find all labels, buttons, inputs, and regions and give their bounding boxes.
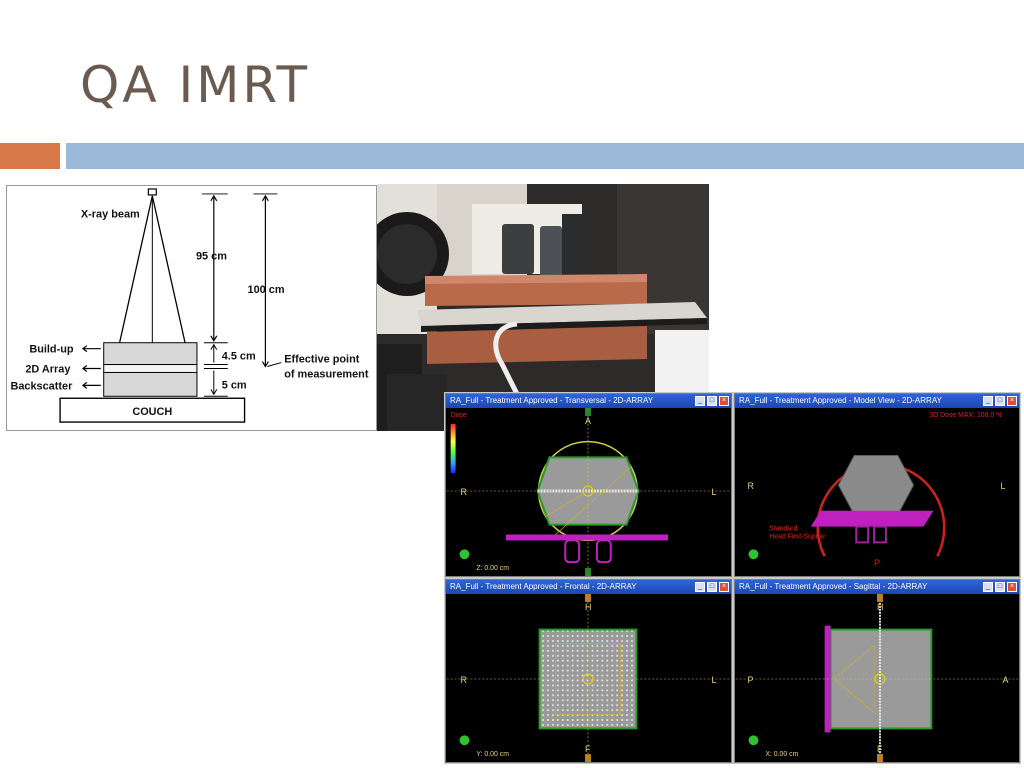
patient-orientation-icon [748, 735, 759, 746]
orientation-p: P [748, 675, 754, 685]
transversal-title: RA_Full - Treatment Approved - Transvers… [446, 394, 731, 408]
sagittal-title: RA_Full - Treatment Approved - Sagittal … [735, 580, 1019, 594]
dose-colorbar [450, 423, 456, 474]
orientation-h: H [585, 602, 591, 612]
orientation-r: R [748, 481, 754, 491]
setup-diagram: X-ray beam COUCH Build-up 2D Array Backs… [6, 185, 377, 431]
dose-max-label: 3D Dose MAX: 108.0 % [929, 412, 1002, 419]
sagittal-view[interactable]: RA_Full - Treatment Approved - Sagittal … [734, 579, 1020, 763]
effective-point-label: Effective point [284, 354, 360, 366]
slide-title: QA IMRT [80, 56, 310, 114]
maximize-icon[interactable]: □ [995, 396, 1005, 406]
dist-100-label: 100 cm [248, 284, 285, 296]
orientation-l: L [712, 487, 717, 497]
backscatter-label: Backscatter [10, 380, 73, 392]
minimize-icon[interactable]: _ [983, 582, 993, 592]
measurement-label: of measurement [284, 368, 369, 380]
y-readout: Y: 0.00 cm [476, 751, 509, 758]
dist-5-label: 5 cm [222, 379, 247, 391]
frontal-view[interactable]: RA_Full - Treatment Approved - Frontal -… [445, 579, 732, 763]
minimize-icon[interactable]: _ [695, 396, 705, 406]
accent-bar-orange [0, 143, 60, 169]
patient-orientation-icon [459, 735, 470, 746]
orientation-p: P [874, 558, 880, 568]
orientation-f: F [877, 744, 883, 754]
model-canvas: 3D Dose MAX: 108.0 % R L P Standard Head… [748, 412, 1006, 568]
orientation-r: R [461, 675, 467, 685]
minimize-icon[interactable]: _ [983, 396, 993, 406]
backscatter-layer [103, 371, 198, 397]
build-up-layer [103, 342, 198, 366]
maximize-icon[interactable]: □ [995, 582, 1005, 592]
dose-legend-label: Dose [451, 412, 467, 419]
accent-bar-blue [66, 143, 1024, 169]
close-icon[interactable]: × [1007, 582, 1017, 592]
window-controls: _ □ × [695, 396, 729, 406]
minimize-icon[interactable]: _ [695, 582, 705, 592]
patient-orientation-icon [748, 549, 759, 560]
window-controls: _ □ × [983, 396, 1017, 406]
maximize-icon[interactable]: □ [707, 582, 717, 592]
couch-top [505, 534, 669, 541]
transversal-canvas: Dose A R L Z: 0.00 cm [446, 408, 731, 576]
transversal-view[interactable]: RA_Full - Treatment Approved - Transvers… [445, 393, 732, 577]
xray-beam-label: X-ray beam [81, 209, 140, 221]
build-up-label: Build-up [29, 344, 74, 356]
sagittal-canvas: H F P A X: 0.00 cm [735, 594, 1019, 762]
close-icon[interactable]: × [1007, 396, 1017, 406]
window-controls: _ □ × [695, 582, 729, 592]
model-view[interactable]: RA_Full - Treatment Approved - Model Vie… [734, 393, 1020, 577]
couch-label: COUCH [132, 406, 172, 418]
maximize-icon[interactable]: □ [707, 396, 717, 406]
close-icon[interactable]: × [719, 396, 729, 406]
array-2d-label: 2D Array [25, 363, 70, 375]
close-icon[interactable]: × [719, 582, 729, 592]
orientation-a: A [1003, 675, 1009, 685]
array-layer [103, 364, 198, 373]
window-controls: _ □ × [983, 582, 1017, 592]
orientation-l: L [712, 675, 717, 685]
orientation-a: A [585, 416, 591, 426]
dist-45-label: 4.5 cm [222, 351, 256, 363]
dist-95-label: 95 cm [196, 250, 227, 262]
setup-diagram-svg: X-ray beam COUCH Build-up 2D Array Backs… [10, 188, 369, 423]
orientation-r: R [461, 487, 467, 497]
model-title: RA_Full - Treatment Approved - Model Vie… [735, 394, 1019, 408]
couch-model [810, 510, 934, 527]
xray-source [147, 188, 157, 196]
frontal-canvas: H F R L Y: 0.00 cm [446, 594, 731, 762]
orientation-head-first: Head First-Supine [769, 533, 825, 540]
orientation-h: H [877, 602, 883, 612]
x-readout: X: 0.00 cm [765, 751, 798, 758]
frontal-title: RA_Full - Treatment Approved - Frontal -… [446, 580, 731, 594]
patient-orientation-icon [459, 549, 470, 560]
orientation-l: L [1001, 481, 1006, 491]
z-readout: Z: 0.00 cm [476, 565, 509, 572]
orientation-f: F [585, 744, 591, 754]
orientation-standard: Standard [769, 526, 797, 533]
tps-screenshot: RA_Full - Treatment Approved - Transvers… [444, 392, 1021, 764]
